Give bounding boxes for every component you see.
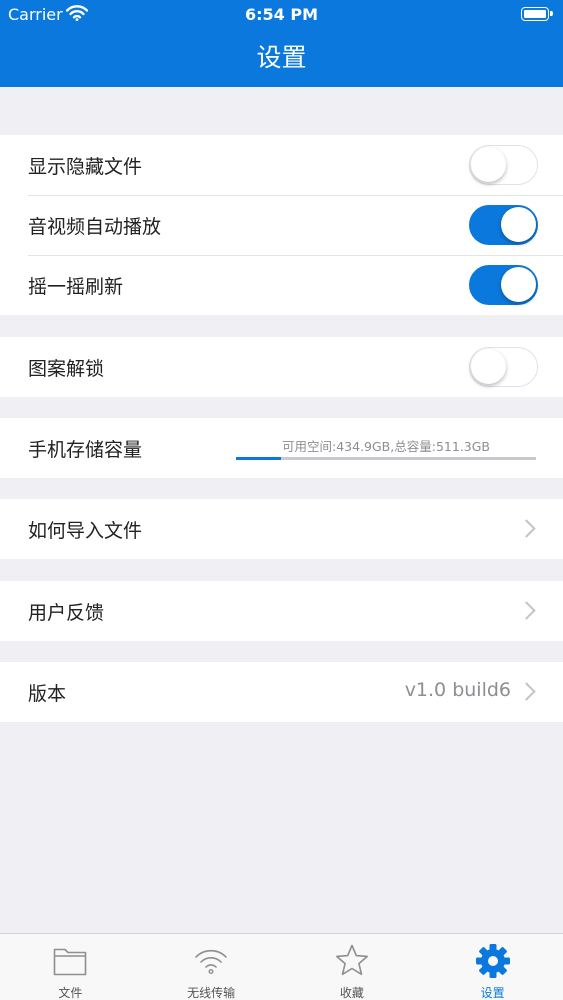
show-hidden-files-label: 显示隐藏文件 xyxy=(28,156,143,178)
feedback-row[interactable]: 用户反馈 xyxy=(0,581,563,641)
feedback-label: 用户反馈 xyxy=(28,602,105,624)
tab-files-label: 文件 xyxy=(58,986,83,1000)
tab-files[interactable]: 文件 xyxy=(0,934,141,1000)
chevron-right-icon xyxy=(517,519,536,538)
tab-bar: 文件 无线传输 收藏 设置 xyxy=(0,933,563,1000)
storage-progress-fill xyxy=(236,457,281,460)
chevron-right-icon xyxy=(517,601,536,620)
autoplay-media-toggle[interactable] xyxy=(469,205,538,245)
folder-icon xyxy=(54,948,87,976)
chevron-right-icon xyxy=(517,682,536,701)
storage-info-text: 可用空间:434.9GB,总容量:511.3GB xyxy=(282,439,490,454)
tab-favorites[interactable]: 收藏 xyxy=(282,934,423,1000)
version-value: v1.0 build6 xyxy=(404,679,511,701)
toggle-knob xyxy=(501,267,536,302)
toggle-knob xyxy=(501,207,536,242)
feedback-group: 用户反馈 xyxy=(0,581,563,641)
storage-row: 手机存储容量 可用空间:434.9GB,总容量:511.3GB xyxy=(0,418,563,478)
version-label: 版本 xyxy=(28,683,67,705)
import-help-label: 如何导入文件 xyxy=(28,520,143,542)
battery-icon xyxy=(521,7,553,21)
toggle-knob xyxy=(471,349,506,384)
nav-header: Carrier 6:54 PM 设置 xyxy=(0,0,563,87)
storage-progress-bar xyxy=(236,457,536,460)
security-settings-group: 图案解锁 xyxy=(0,337,563,397)
autoplay-media-row: 音视频自动播放 xyxy=(0,195,563,255)
star-icon xyxy=(335,944,368,976)
storage-group: 手机存储容量 可用空间:434.9GB,总容量:511.3GB xyxy=(0,418,563,478)
version-row[interactable]: 版本 v1.0 build6 xyxy=(0,662,563,722)
gear-icon xyxy=(475,944,510,978)
status-bar: Carrier 6:54 PM xyxy=(0,0,563,30)
pattern-unlock-label: 图案解锁 xyxy=(28,358,105,380)
wifi-icon xyxy=(195,949,227,975)
shake-refresh-row: 摇一摇刷新 xyxy=(0,255,563,315)
tab-settings-label: 设置 xyxy=(480,986,505,1000)
pattern-unlock-toggle[interactable] xyxy=(469,347,538,387)
show-hidden-files-row: 显示隐藏文件 xyxy=(0,135,563,195)
import-help-group: 如何导入文件 xyxy=(0,499,563,559)
toggle-knob xyxy=(471,147,506,182)
tab-settings[interactable]: 设置 xyxy=(422,934,563,1000)
version-group: 版本 v1.0 build6 xyxy=(0,662,563,722)
tab-favorites-label: 收藏 xyxy=(339,986,364,1000)
pattern-unlock-row: 图案解锁 xyxy=(0,337,563,397)
tab-wireless-transfer-label: 无线传输 xyxy=(187,986,236,1000)
shake-refresh-label: 摇一摇刷新 xyxy=(28,276,124,298)
show-hidden-files-toggle[interactable] xyxy=(469,145,538,185)
autoplay-media-label: 音视频自动播放 xyxy=(28,216,162,238)
status-time: 6:54 PM xyxy=(244,5,318,24)
page-title: 设置 xyxy=(256,43,307,72)
import-help-row[interactable]: 如何导入文件 xyxy=(0,499,563,559)
storage-label: 手机存储容量 xyxy=(28,439,143,461)
display-settings-group: 显示隐藏文件 音视频自动播放 摇一摇刷新 xyxy=(0,135,563,315)
tab-wireless-transfer[interactable]: 无线传输 xyxy=(141,934,282,1000)
shake-refresh-toggle[interactable] xyxy=(469,265,538,305)
